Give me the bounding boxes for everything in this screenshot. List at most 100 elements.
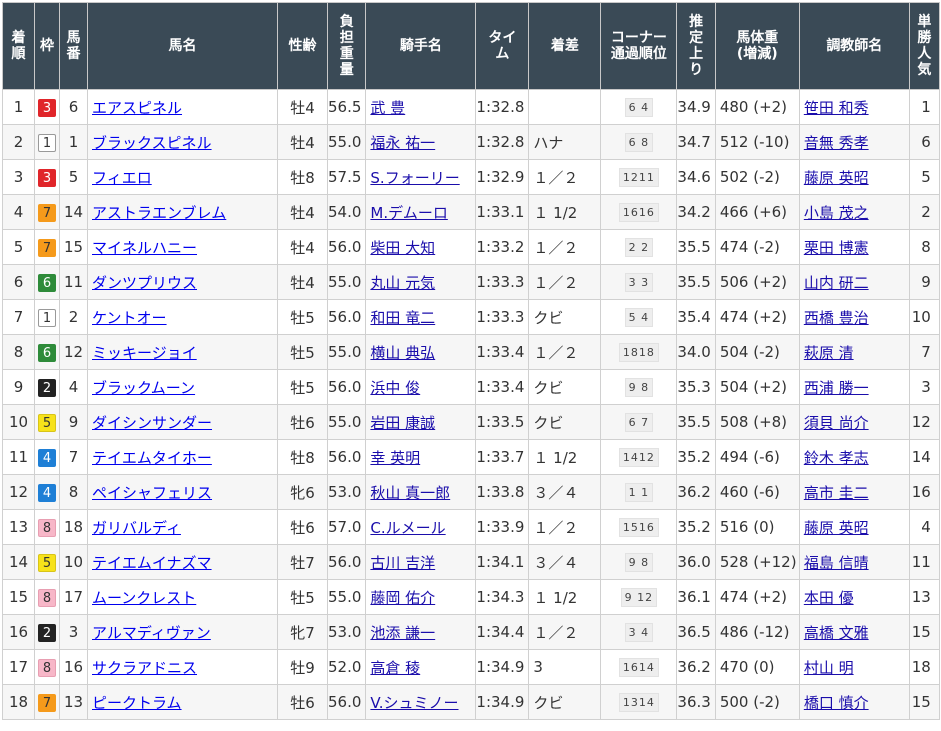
- cell-trainer[interactable]: 高橋 文雅: [798, 614, 910, 650]
- jockey-link[interactable]: 武 豊: [370, 99, 405, 117]
- horse-link[interactable]: テイエムイナズマ: [92, 554, 212, 572]
- trainer-link[interactable]: 高橋 文雅: [804, 624, 869, 642]
- trainer-link[interactable]: 橋口 慎介: [804, 694, 869, 712]
- cell-horse[interactable]: テイエムイナズマ: [87, 544, 278, 580]
- cell-jockey[interactable]: 幸 英明: [365, 439, 477, 475]
- cell-trainer[interactable]: 西橋 豊治: [798, 299, 910, 335]
- horse-link[interactable]: ガリバルディ: [92, 519, 181, 537]
- cell-trainer[interactable]: 福島 信晴: [798, 544, 910, 580]
- cell-jockey[interactable]: 古川 吉洋: [365, 544, 477, 580]
- horse-link[interactable]: マイネルハニー: [92, 239, 197, 257]
- cell-jockey[interactable]: 藤岡 佑介: [365, 579, 477, 615]
- jockey-link[interactable]: 福永 祐一: [370, 134, 435, 152]
- cell-jockey[interactable]: S.フォーリー: [365, 159, 477, 195]
- jockey-link[interactable]: 岩田 康誠: [370, 414, 435, 432]
- trainer-link[interactable]: 小島 茂之: [804, 204, 869, 222]
- cell-horse[interactable]: ブラックムーン: [87, 369, 278, 405]
- jockey-link[interactable]: 丸山 元気: [370, 274, 435, 292]
- trainer-link[interactable]: 萩原 清: [804, 344, 854, 362]
- cell-trainer[interactable]: 音無 秀孝: [798, 124, 910, 160]
- cell-jockey[interactable]: 池添 謙一: [365, 614, 477, 650]
- horse-link[interactable]: アルマディヴァン: [92, 624, 211, 642]
- cell-trainer[interactable]: 笹田 和秀: [798, 89, 910, 125]
- cell-jockey[interactable]: 横山 典弘: [365, 334, 477, 370]
- cell-trainer[interactable]: 橋口 慎介: [798, 684, 910, 720]
- jockey-link[interactable]: 横山 典弘: [370, 344, 435, 362]
- trainer-link[interactable]: 西橋 豊治: [804, 309, 869, 327]
- trainer-link[interactable]: 笹田 和秀: [804, 99, 869, 117]
- horse-link[interactable]: テイエムタイホー: [92, 449, 212, 467]
- cell-horse[interactable]: エアスピネル: [87, 89, 278, 125]
- jockey-link[interactable]: 浜中 俊: [370, 379, 420, 397]
- cell-horse[interactable]: ケントオー: [87, 299, 278, 335]
- horse-link[interactable]: ミッキージョイ: [92, 344, 197, 362]
- cell-jockey[interactable]: 岩田 康誠: [365, 404, 477, 440]
- cell-horse[interactable]: ブラックスピネル: [87, 124, 278, 160]
- jockey-link[interactable]: 池添 謙一: [370, 624, 435, 642]
- cell-trainer[interactable]: 須貝 尚介: [798, 404, 910, 440]
- horse-link[interactable]: ペイシャフェリス: [92, 484, 212, 502]
- trainer-link[interactable]: 栗田 博憲: [804, 239, 869, 257]
- cell-trainer[interactable]: 鈴木 孝志: [798, 439, 910, 475]
- jockey-link[interactable]: 幸 英明: [370, 449, 420, 467]
- horse-link[interactable]: ピークトラム: [92, 694, 182, 712]
- cell-jockey[interactable]: 柴田 大知: [365, 229, 477, 265]
- cell-horse[interactable]: アルマディヴァン: [87, 614, 278, 650]
- cell-trainer[interactable]: 栗田 博憲: [798, 229, 910, 265]
- trainer-link[interactable]: 山内 研二: [804, 274, 869, 292]
- cell-jockey[interactable]: C.ルメール: [365, 509, 477, 545]
- cell-horse[interactable]: ダンツプリウス: [87, 264, 278, 300]
- cell-jockey[interactable]: 浜中 俊: [365, 369, 477, 405]
- jockey-link[interactable]: S.フォーリー: [370, 169, 459, 187]
- cell-trainer[interactable]: 西浦 勝一: [798, 369, 910, 405]
- cell-horse[interactable]: アストラエンブレム: [87, 194, 278, 230]
- horse-link[interactable]: ブラックスピネル: [92, 134, 212, 152]
- trainer-link[interactable]: 村山 明: [804, 659, 854, 677]
- cell-trainer[interactable]: 山内 研二: [798, 264, 910, 300]
- trainer-link[interactable]: 音無 秀孝: [804, 134, 869, 152]
- cell-jockey[interactable]: V.シュミノー: [365, 684, 477, 720]
- trainer-link[interactable]: 藤原 英昭: [804, 519, 869, 537]
- trainer-link[interactable]: 高市 圭二: [804, 484, 869, 502]
- horse-link[interactable]: ケントオー: [92, 309, 167, 327]
- cell-trainer[interactable]: 本田 優: [798, 579, 910, 615]
- cell-horse[interactable]: ダイシンサンダー: [87, 404, 278, 440]
- jockey-link[interactable]: 高倉 稜: [370, 659, 420, 677]
- cell-horse[interactable]: テイエムタイホー: [87, 439, 278, 475]
- cell-horse[interactable]: ムーンクレスト: [87, 579, 278, 615]
- cell-horse[interactable]: ピークトラム: [87, 684, 278, 720]
- cell-jockey[interactable]: 福永 祐一: [365, 124, 477, 160]
- cell-trainer[interactable]: 高市 圭二: [798, 474, 910, 510]
- trainer-link[interactable]: 須貝 尚介: [804, 414, 869, 432]
- trainer-link[interactable]: 鈴木 孝志: [804, 449, 869, 467]
- horse-link[interactable]: ダイシンサンダー: [92, 414, 212, 432]
- horse-link[interactable]: フィエロ: [92, 169, 152, 187]
- cell-jockey[interactable]: M.デムーロ: [365, 194, 477, 230]
- cell-horse[interactable]: フィエロ: [87, 159, 278, 195]
- cell-horse[interactable]: ガリバルディ: [87, 509, 278, 545]
- horse-link[interactable]: アストラエンブレム: [92, 204, 226, 222]
- horse-link[interactable]: ダンツプリウス: [92, 274, 197, 292]
- trainer-link[interactable]: 西浦 勝一: [804, 379, 869, 397]
- jockey-link[interactable]: M.デムーロ: [370, 204, 447, 222]
- cell-horse[interactable]: サクラアドニス: [87, 649, 278, 685]
- jockey-link[interactable]: 柴田 大知: [370, 239, 435, 257]
- cell-horse[interactable]: ミッキージョイ: [87, 334, 278, 370]
- jockey-link[interactable]: 藤岡 佑介: [370, 589, 435, 607]
- cell-trainer[interactable]: 村山 明: [798, 649, 910, 685]
- cell-horse[interactable]: ペイシャフェリス: [87, 474, 278, 510]
- horse-link[interactable]: ムーンクレスト: [92, 589, 196, 607]
- jockey-link[interactable]: V.シュミノー: [370, 694, 458, 712]
- cell-jockey[interactable]: 秋山 真一郎: [365, 474, 477, 510]
- cell-jockey[interactable]: 丸山 元気: [365, 264, 477, 300]
- cell-trainer[interactable]: 萩原 清: [798, 334, 910, 370]
- cell-jockey[interactable]: 武 豊: [365, 89, 477, 125]
- cell-horse[interactable]: マイネルハニー: [87, 229, 278, 265]
- horse-link[interactable]: サクラアドニス: [92, 659, 197, 677]
- cell-trainer[interactable]: 小島 茂之: [798, 194, 910, 230]
- trainer-link[interactable]: 藤原 英昭: [804, 169, 869, 187]
- cell-jockey[interactable]: 和田 竜二: [365, 299, 477, 335]
- jockey-link[interactable]: 和田 竜二: [370, 309, 435, 327]
- trainer-link[interactable]: 本田 優: [804, 589, 854, 607]
- horse-link[interactable]: ブラックムーン: [92, 379, 195, 397]
